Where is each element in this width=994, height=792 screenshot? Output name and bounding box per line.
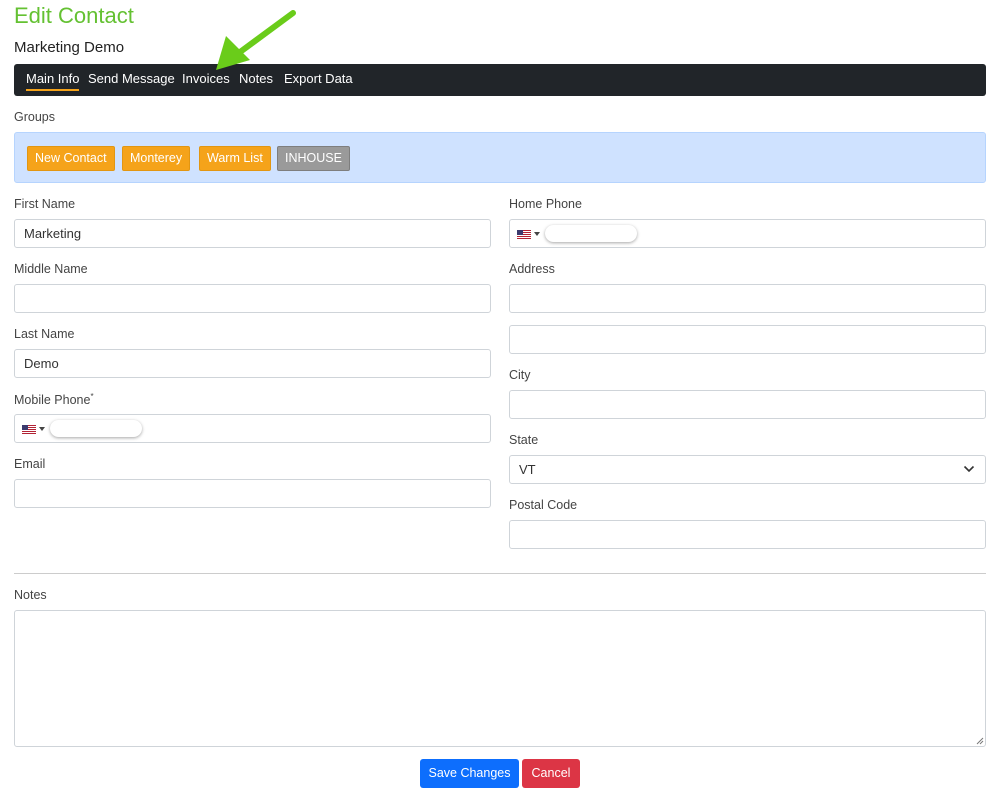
group-chip-warm-list[interactable]: Warm List: [199, 146, 271, 171]
first-name-label: First Name: [14, 197, 76, 211]
contact-name: Marketing Demo: [14, 39, 125, 56]
required-mark: *: [90, 392, 94, 401]
address-label: Address: [509, 262, 555, 276]
middle-name-input[interactable]: [14, 284, 491, 313]
save-changes-button[interactable]: Save Changes: [420, 759, 519, 788]
address-line1-input[interactable]: [509, 284, 986, 313]
country-dropdown-caret-icon[interactable]: [39, 427, 45, 431]
middle-name-label: Middle Name: [14, 262, 88, 276]
mobile-phone-input[interactable]: [14, 414, 491, 443]
us-flag-icon[interactable]: [22, 425, 36, 434]
annotation-arrow-icon: [216, 10, 296, 70]
mobile-phone-label: Mobile Phone*: [14, 392, 94, 408]
email-label: Email: [14, 457, 46, 471]
state-select[interactable]: VT: [509, 455, 986, 484]
postal-code-input[interactable]: [509, 520, 986, 549]
first-name-input[interactable]: Marketing: [14, 219, 491, 248]
chevron-down-icon: [963, 465, 975, 473]
page-title: Edit Contact: [14, 3, 134, 28]
last-name-input[interactable]: Demo: [14, 349, 491, 378]
notes-label: Notes: [14, 588, 47, 602]
city-input[interactable]: [509, 390, 986, 419]
state-select-value: VT: [519, 462, 536, 477]
groups-label: Groups: [14, 110, 55, 124]
groups-panel: New Contact Monterey Warm List INHOUSE: [14, 132, 986, 183]
resize-grip-icon[interactable]: [976, 737, 984, 745]
state-label: State: [509, 433, 539, 447]
tab-main-info[interactable]: Main Info: [26, 71, 80, 91]
section-divider: [14, 573, 986, 574]
home-phone-label: Home Phone: [509, 197, 582, 211]
phone-number-field[interactable]: [545, 225, 637, 242]
city-label: City: [509, 368, 531, 382]
email-input[interactable]: [14, 479, 491, 508]
cancel-button[interactable]: Cancel: [522, 759, 580, 788]
us-flag-icon[interactable]: [517, 230, 531, 239]
tab-send-message[interactable]: Send Message: [88, 71, 175, 89]
address-line2-input[interactable]: [509, 325, 986, 354]
home-phone-input[interactable]: [509, 219, 986, 248]
notes-textarea[interactable]: [14, 610, 986, 747]
postal-code-label: Postal Code: [509, 498, 578, 512]
group-chip-inhouse[interactable]: INHOUSE: [277, 146, 350, 171]
last-name-label: Last Name: [14, 327, 75, 341]
phone-number-field[interactable]: [50, 420, 142, 437]
group-chip-monterey[interactable]: Monterey: [122, 146, 191, 171]
country-dropdown-caret-icon[interactable]: [534, 232, 540, 236]
tab-bar: Main Info Send Message Invoices Notes Ex…: [14, 64, 986, 96]
group-chip-new-contact[interactable]: New Contact: [27, 146, 115, 171]
